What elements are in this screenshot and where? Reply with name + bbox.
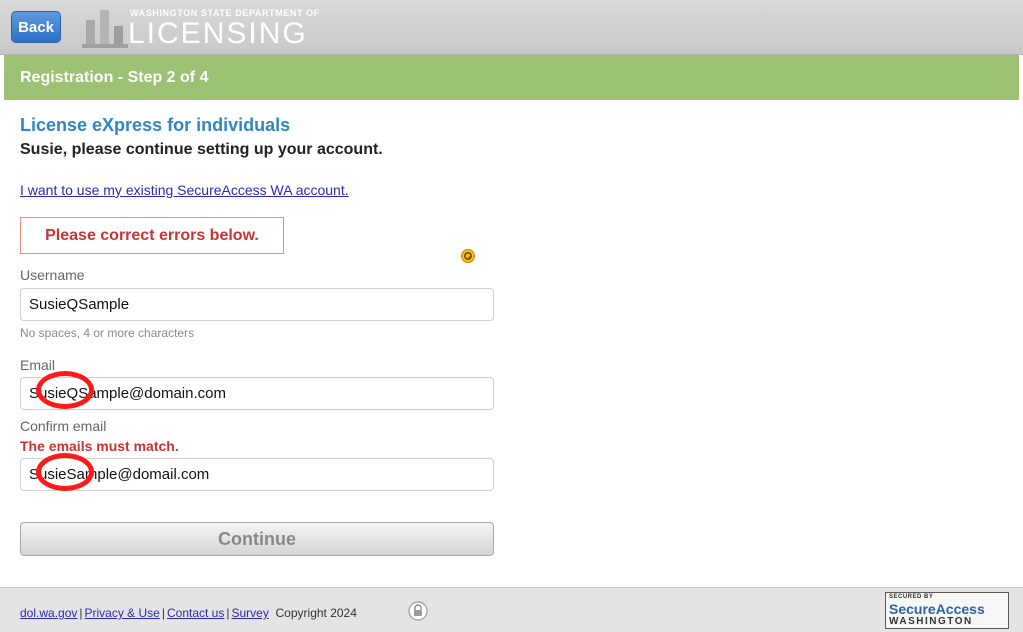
help-icon[interactable]	[461, 249, 475, 263]
continue-button[interactable]: Continue	[20, 522, 494, 556]
footer-links: dol.wa.gov | Privacy & Use | Contact us | Surv…	[20, 606, 357, 620]
badge-secured-by: SECURED BY	[889, 594, 934, 600]
step-indicator-bar: Registration - Step 2 of 4	[4, 55, 1019, 100]
footer-link-survey[interactable]: Survey	[231, 606, 268, 620]
footer: dol.wa.gov | Privacy & Use | Contact us | Surv…	[0, 587, 1023, 632]
secureaccess-badge: SECURED BY SecureAccess WASHINGTON	[885, 592, 1009, 629]
top-header: Back WASHINGTON STATE DEPARTMENT OF LICE…	[0, 0, 1023, 55]
email-label: Email	[20, 357, 56, 373]
logo-licensing-text: LICENSING	[128, 17, 308, 50]
footer-link-privacy[interactable]: Privacy & Use	[85, 606, 160, 620]
footer-link-dol[interactable]: dol.wa.gov	[20, 606, 77, 620]
badge-state: WASHINGTON	[889, 616, 973, 627]
confirm-email-error: The emails must match.	[20, 438, 179, 454]
lock-icon	[408, 601, 428, 621]
confirm-email-label: Confirm email	[20, 418, 107, 434]
error-banner: Please correct errors below.	[20, 217, 284, 254]
email-input[interactable]	[20, 377, 494, 410]
username-label: Username	[20, 267, 85, 283]
page-subtitle: Susie, please continue setting up your a…	[20, 141, 383, 158]
secureaccess-link[interactable]: I want to use my existing SecureAccess W…	[20, 182, 349, 198]
page-title: License eXpress for individuals	[20, 115, 291, 135]
footer-link-contact[interactable]: Contact us	[167, 606, 224, 620]
username-hint: No spaces, 4 or more characters	[20, 326, 195, 340]
confirm-email-input[interactable]	[20, 458, 494, 491]
help-glyph-icon	[464, 252, 472, 260]
dol-logo-icon	[82, 10, 128, 48]
username-input[interactable]	[20, 288, 494, 321]
back-button[interactable]: Back	[11, 11, 61, 43]
badge-name: SecureAccess	[889, 601, 985, 617]
copyright-text: Copyright 2024	[275, 606, 357, 620]
dol-logo: WASHINGTON STATE DEPARTMENT OF LICENSING	[80, 6, 340, 50]
